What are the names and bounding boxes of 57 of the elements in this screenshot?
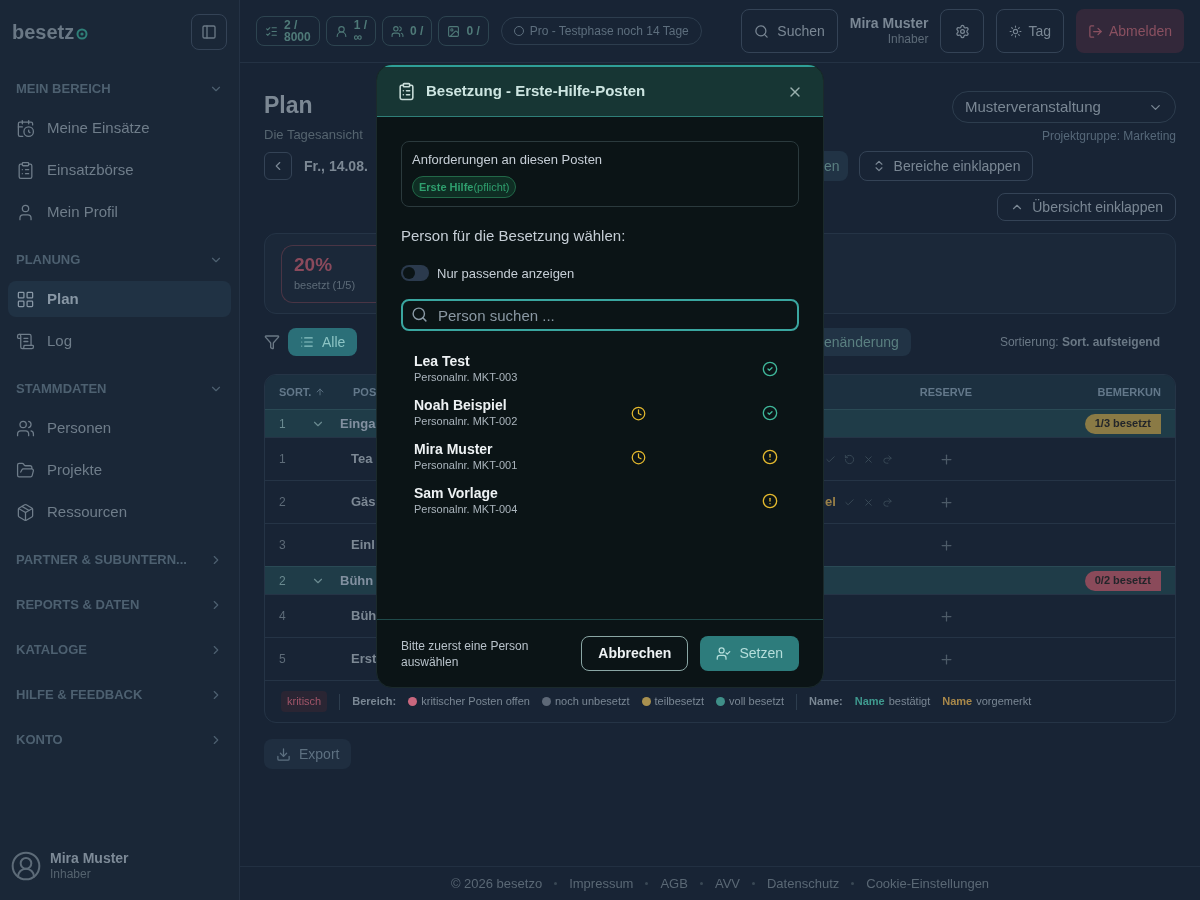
post-number: 1 [278,451,287,468]
header-user-name: Mira Muster [849,14,929,33]
hint-text: Bitte zuerst eine Person auswählen [401,637,530,670]
date-label: Fr., 14.08. [304,156,368,176]
toggle-label: Nur passende anzeigen [437,264,575,283]
requirement-tag: Erste Hilfe(pflicht) [412,175,517,198]
post-number: 3 [278,537,287,554]
dialog-title: Besetzung - Erste-Hilfe-Posten [426,81,646,102]
post-number: 4 [278,608,287,625]
post-name: Büh [350,607,377,626]
sorting-label: Sortierung: Sort. aufsteigend [999,334,1160,351]
user-role: Inhaber [50,867,92,883]
legend-name-sample: Name [942,694,973,710]
legend-text: voll besetzt [729,694,785,710]
user-name: Mira Muster [50,849,129,868]
person-name: Lea Test [414,353,471,371]
page-subtitle: Die Tagesansicht [264,126,363,144]
coverage-badge: 0/2 besetzt [1084,570,1161,591]
group-name: Bühn [340,571,375,590]
legend-text: vorgemerkt [976,694,1032,710]
person-id: Personalnr. MKT-003 [414,370,519,385]
person-id: Personalnr. MKT-004 [414,502,519,517]
post-number: 2 [278,494,287,511]
group-number: 2 [279,572,286,590]
critical-tag: kritisch [281,691,328,712]
coverage-label: besetzt (1/5) [294,278,357,294]
post-name: Einl [350,536,376,555]
legend-label: Bereich: [352,694,397,710]
legend-text: noch unbesetzt [554,694,630,710]
column-header: POS [352,384,377,400]
post-name: Erst [350,650,377,669]
legend-text: bestätigt [888,694,931,710]
person-name: Noah Beispiel [414,397,508,415]
group-number: 1 [279,415,286,433]
choose-person-label: Person für die Besetzung wählen: [401,226,627,246]
person-id: Personalnr. MKT-002 [414,414,519,429]
assignee-name: el [825,493,836,512]
project-group: Projektgruppe: Marketing [1041,127,1176,145]
group-name: Einga [340,414,377,433]
legend-name-sample: Name [854,694,885,710]
requirements-label: Anforderungen an diesen Posten [412,151,604,169]
post-name: Gäs [350,493,377,512]
coverage-badge: 1/3 besetzt [1084,413,1161,434]
person-name: Sam Vorlage [414,485,499,503]
column-header: BEMERKUN [1096,384,1161,400]
legend-text: teilbesetzt [654,694,705,710]
person-name: Mira Muster [414,441,494,459]
post-number: 5 [278,651,287,668]
legend-text: kritischer Posten offen [421,694,530,710]
post-name: Tea [350,450,374,469]
page-title: Plan [264,91,314,119]
coverage-percent: 20% [294,253,334,278]
copyright-text: © 2026 besetzo [450,874,543,893]
person-id: Personalnr. MKT-001 [414,458,519,473]
header-user-role: Inhaber [887,32,929,48]
legend-label: Name: [809,694,843,710]
column-header: RESERVE [918,384,974,400]
